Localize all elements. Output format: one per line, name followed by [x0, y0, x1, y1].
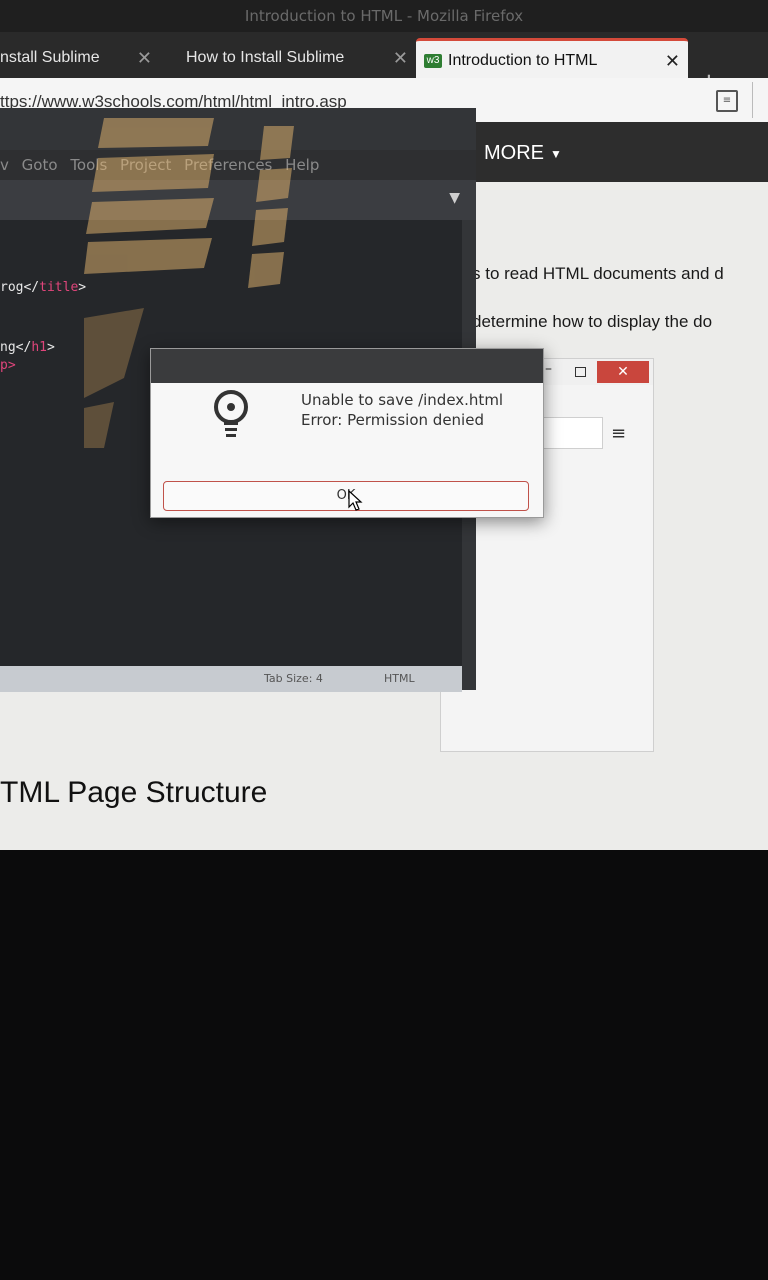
tab-label: nstall Sublime: [0, 49, 100, 66]
text-field[interactable]: [539, 417, 603, 449]
mouse-cursor-icon: [348, 489, 363, 511]
close-tab-icon[interactable]: ✕: [665, 41, 680, 81]
menu-item-view[interactable]: v: [0, 156, 9, 174]
close-window-button[interactable]: ✕: [597, 361, 649, 383]
syntax-indicator[interactable]: HTML: [384, 666, 415, 692]
error-message-line: Unable to save /index.html: [301, 391, 504, 409]
menu-item-help[interactable]: Help: [285, 156, 319, 174]
close-tab-icon[interactable]: ✕: [137, 38, 152, 78]
code-line: p>: [0, 358, 16, 373]
tab-label: Introduction to HTML: [448, 52, 598, 69]
monitor-screen: Introduction to HTML - Mozilla Firefox n…: [0, 0, 768, 850]
editor-status-bar: Tab Size: 4 HTML: [0, 666, 462, 692]
tab-label: How to Install Sublime: [186, 49, 345, 66]
section-heading: TML Page Structure: [0, 776, 268, 809]
tab-install-sublime[interactable]: nstall Sublime ✕: [0, 38, 160, 78]
site-navbar: MORE ▼: [476, 122, 768, 182]
hamburger-menu-icon[interactable]: ≡: [611, 423, 626, 444]
save-error-dialog: Unable to save /index.html Error: Permis…: [150, 348, 544, 518]
caret-down-icon: ▼: [550, 146, 562, 161]
page-paragraph-line: s to read HTML documents and d: [472, 264, 724, 283]
reader-view-icon[interactable]: ≡: [716, 90, 738, 112]
editor-tab-strip: ▼: [0, 180, 476, 220]
menu-item-goto[interactable]: Goto: [22, 156, 58, 174]
menu-item-project[interactable]: Project: [120, 156, 171, 174]
lightbulb-icon: [214, 390, 248, 437]
code-line: rog</title>: [0, 280, 87, 295]
error-detail-line: Error: Permission denied: [301, 411, 484, 429]
more-menu-button[interactable]: MORE ▼: [484, 142, 562, 165]
menu-item-tools[interactable]: Tools: [70, 156, 107, 174]
minimize-icon[interactable]: –: [545, 361, 552, 377]
tab-introduction-to-html[interactable]: w3 Introduction to HTML ✕: [416, 38, 688, 81]
tab-bar: nstall Sublime ✕ How to Install Sublime …: [0, 32, 768, 98]
close-tab-icon[interactable]: ✕: [393, 38, 408, 78]
window-title: Introduction to HTML - Mozilla Firefox: [0, 0, 768, 32]
ok-button[interactable]: OK: [163, 481, 529, 511]
toolbar-divider: [752, 82, 768, 118]
w3schools-favicon-icon: w3: [424, 53, 442, 68]
code-line: ng</h1>: [0, 340, 55, 355]
menu-item-preferences[interactable]: Preferences: [184, 156, 272, 174]
editor-menu-bar: v Goto Tools Project Preferences Help: [0, 150, 476, 180]
maximize-icon[interactable]: [575, 367, 586, 377]
tab-how-to-install-sublime[interactable]: How to Install Sublime ✕: [180, 38, 416, 78]
tab-size-indicator[interactable]: Tab Size: 4: [264, 666, 323, 692]
dialog-titlebar: [151, 349, 543, 383]
page-paragraph-line: determine how to display the do: [472, 312, 713, 331]
tab-list-dropdown-icon[interactable]: ▼: [449, 190, 460, 206]
